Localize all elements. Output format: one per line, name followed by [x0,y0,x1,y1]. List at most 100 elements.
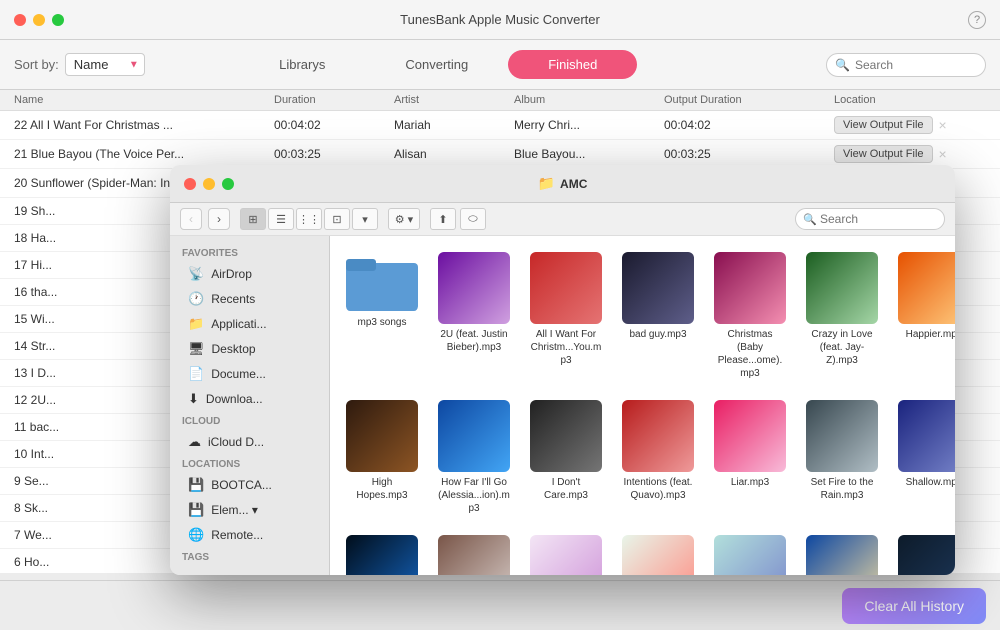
file-name: Set Fire to the Rain.mp3 [806,476,878,502]
file-name: bad guy.mp3 [629,328,686,341]
sort-wrapper: Name Duration Artist ▼ [65,53,145,76]
file-name: Liar.mp3 [731,476,769,489]
sidebar-item-remote[interactable]: 🌐 Remote... [176,523,323,547]
bottom-bar: Clear All History [0,580,1000,630]
icloud-label: iCloud [170,412,329,429]
file-item[interactable]: Set Fire to the Rain.mp3 [802,396,882,519]
sidebar-item-desktop[interactable]: 🖥 Desktop [176,337,323,361]
file-item[interactable]: I Don't Care.mp3 [526,396,606,519]
col-artist: Artist [394,94,514,106]
sidebar-item-recents[interactable]: 🕐 Recents [176,287,323,311]
nav-forward-button[interactable]: › [208,208,230,230]
file-item[interactable]: Shallow.mp3 [894,396,955,519]
row-close-icon[interactable]: × [939,146,947,162]
finder-close-button[interactable] [184,178,196,190]
tags-label: Tags [170,548,329,565]
recents-icon: 🕐 [188,291,204,307]
title-bar: TunesBank Apple Music Converter ? [0,0,1000,40]
finder-title: 📁 AMC [538,175,588,192]
tab-converting[interactable]: Converting [365,50,508,79]
album-art [530,400,602,472]
search-box: 🔍 [826,53,986,77]
file-item[interactable]: How Far I'll Go (Alessia...ion).mp3 [434,396,514,519]
sort-select[interactable]: Name Duration Artist [65,53,145,76]
sidebar-item-bootcamp[interactable]: 💾 BOOTCA... [176,473,323,497]
share-button[interactable]: ⬆ [430,208,456,230]
finder-max-button[interactable] [222,178,234,190]
sidebar-item-remote-label: Remote... [211,528,263,542]
file-name: mp3 songs [358,316,407,329]
gallery-view-button[interactable]: ⊡ [324,208,350,230]
album-art [806,400,878,472]
file-item[interactable]: Skyfall.mp3 [342,531,422,575]
file-item[interactable]: thank u, next.mp3 [710,531,790,575]
finder-sidebar: Favorites 📡 AirDrop 🕐 Recents 📁 Applicat… [170,236,330,575]
file-item[interactable]: 2U (feat. Justin Bieber).mp3 [434,248,514,384]
file-item[interactable]: Strangers.mp3 [526,531,606,575]
sidebar-item-downloads-label: Downloa... [206,392,263,406]
clear-history-button[interactable]: Clear All History [842,588,986,624]
view-output-button[interactable]: View Output File [834,145,933,163]
search-input[interactable] [826,53,986,77]
finder-title-text: AMC [560,177,587,191]
sidebar-item-downloads[interactable]: ⬇ Downloa... [176,387,323,411]
file-item[interactable]: Stay.mp3 [434,531,514,575]
file-name: Crazy in Love (feat. Jay-Z).mp3 [806,328,878,367]
finder-window: 📁 AMC ‹ › ⊞ ☰ ⋮⋮ ⊡ ▾ ⚙ ▾ ⬆ ⬭ 🔍 Favorites [170,165,955,575]
finder-nav: ‹ › ⊞ ☰ ⋮⋮ ⊡ ▾ ⚙ ▾ ⬆ ⬭ 🔍 [170,203,955,236]
extra-view-button[interactable]: ▾ [352,208,378,230]
file-item[interactable]: Without Me.mp3 [894,531,955,575]
sidebar-item-airdrop[interactable]: 📡 AirDrop [176,262,323,286]
file-item[interactable]: bad guy.mp3 [618,248,698,384]
window-controls [14,14,64,26]
tag-button[interactable]: ⬭ [460,208,486,230]
sidebar-item-documents[interactable]: 📄 Docume... [176,362,323,386]
icon-view-button[interactable]: ⊞ [240,208,266,230]
file-item[interactable]: Crazy in Love (feat. Jay-Z).mp3 [802,248,882,384]
file-item[interactable]: Intentions (feat. Quavo).mp3 [618,396,698,519]
file-name: I Don't Care.mp3 [530,476,602,502]
finder-search-input[interactable] [795,208,945,230]
list-view-button[interactable]: ☰ [268,208,294,230]
minimize-button[interactable] [33,14,45,26]
table-row: 22 All I Want For Christmas ... 00:04:02… [0,111,1000,140]
album-art [530,535,602,575]
maximize-button[interactable] [52,14,64,26]
search-icon: 🔍 [835,58,850,72]
album-art [530,252,602,324]
finder-body: Favorites 📡 AirDrop 🕐 Recents 📁 Applicat… [170,236,955,575]
row-duration: 00:03:25 [274,147,394,161]
remote-icon: 🌐 [188,527,204,543]
finder-search: 🔍 [795,208,945,230]
row-output-duration: 00:03:25 [664,147,834,161]
nav-back-button[interactable]: ‹ [180,208,202,230]
sidebar-item-applications[interactable]: 📁 Applicati... [176,312,323,336]
row-close-icon[interactable]: × [939,117,947,133]
file-item[interactable]: Liar.mp3 [710,396,790,519]
tab-finished[interactable]: Finished [508,50,637,79]
row-name: 22 All I Want For Christmas ... [14,118,274,132]
file-item[interactable]: High Hopes.mp3 [342,396,422,519]
file-item[interactable]: Sunflower (Spider-...se).mp3 [618,531,698,575]
sidebar-item-elements[interactable]: 💾 Elem... ▾ [176,498,323,522]
column-view-button[interactable]: ⋮⋮ [296,208,322,230]
file-item[interactable]: Welcome Back (feat. Al...ara).mp3 [802,531,882,575]
gear-button[interactable]: ⚙ ▾ [388,208,420,230]
file-item[interactable]: Christmas (Baby Please...ome).mp3 [710,248,790,384]
sort-label: Sort by: [14,57,59,72]
view-output-button[interactable]: View Output File [834,116,933,134]
sidebar-item-elements-label: Elem... ▾ [211,503,258,517]
tab-group: Librarys Converting Finished [239,50,637,79]
file-name: High Hopes.mp3 [346,476,418,502]
file-item[interactable]: All I Want For Christm...You.mp3 [526,248,606,384]
sidebar-item-icloud[interactable]: ☁ iCloud D... [176,430,323,454]
tab-libraries[interactable]: Librarys [239,50,365,79]
row-album: Blue Bayou... [514,147,664,161]
sidebar-item-recents-label: Recents [211,292,255,306]
help-icon[interactable]: ? [968,11,986,29]
finder-min-button[interactable] [203,178,215,190]
file-item[interactable]: Happier.mp3 [894,248,955,384]
file-item[interactable]: mp3 songs [342,248,422,384]
close-button[interactable] [14,14,26,26]
album-art [898,535,955,575]
